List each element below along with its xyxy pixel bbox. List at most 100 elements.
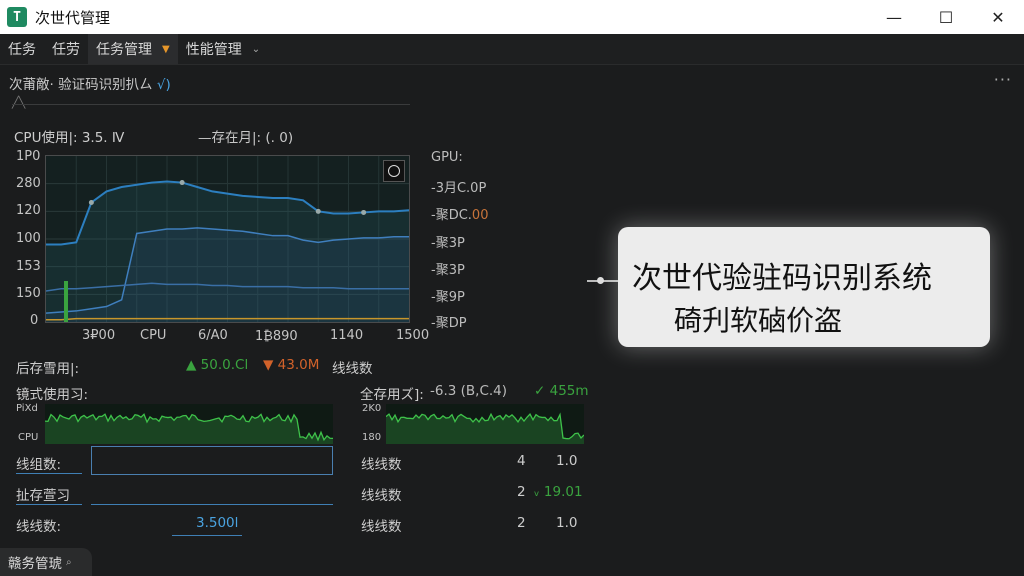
row-right-value: 1.0 — [556, 515, 578, 531]
window-title: 次世代管理 — [35, 8, 111, 27]
series-point — [315, 208, 321, 214]
maximize-button[interactable]: ☐ — [920, 0, 972, 34]
close-button[interactable]: ✕ — [972, 0, 1024, 34]
callout-title: 次世代验驻码识别系统 — [632, 261, 932, 296]
status-label: 赣务管琥 — [8, 556, 62, 572]
y-tick-label: 153 — [16, 259, 41, 274]
x-tick-label: CPU — [140, 328, 167, 343]
memory-label: 后存雪用|: — [16, 361, 80, 377]
chart-settings-button[interactable] — [383, 160, 405, 182]
gpu-item-value: 00 — [471, 208, 489, 223]
row-right-value: ᵥ 19.01 — [534, 484, 583, 500]
y-tick-label: 100 — [16, 231, 41, 246]
search-icon: ⌕ — [66, 556, 72, 568]
minimize-button[interactable]: — — [868, 0, 920, 34]
row-left-label: 扯存萱习 — [16, 488, 70, 504]
gpu-item: -聚3P — [431, 263, 465, 278]
row-left-label: 线线数: — [16, 519, 62, 535]
panel-right-y-bottom: 180 — [362, 432, 382, 443]
series-point — [88, 199, 94, 205]
x-tick-label: 1500 — [396, 328, 430, 343]
memory-down-value: ▼ 43.0M — [263, 357, 320, 373]
more-options-icon[interactable]: ··· — [994, 70, 1012, 89]
memory-thread-label: 线线数 — [332, 361, 373, 377]
panel-left-title: 镜式使用习: — [16, 387, 89, 403]
breadcrumb-part[interactable]: √) — [157, 77, 171, 93]
x-tick-label: 3₽00 — [82, 328, 116, 343]
x-tick-label: 6/A0 — [198, 328, 228, 343]
gpu-item: -聚DP — [431, 316, 467, 331]
status-bar[interactable]: 赣务管琥 ⌕ — [0, 548, 92, 576]
panel-right-chart — [385, 404, 585, 444]
gpu-item-label: -聚DC. — [431, 208, 472, 223]
menu-label: 任劳 — [52, 42, 80, 58]
window-controls: — ☐ ✕ — [868, 0, 1024, 34]
row-right-label: 线线数 — [361, 457, 402, 473]
cpu-chart-svg — [46, 156, 409, 322]
x-tick-label: 1140 — [330, 328, 364, 343]
refresh-icon — [388, 165, 400, 177]
panel-left-y-bottom: CPU — [18, 432, 39, 443]
panel-right-y-top: 2K0 — [362, 403, 382, 414]
callout-box: 次世代验驻码识别系统 碕刋软硵价盗 — [618, 227, 990, 347]
gpu-item: -聚DC.00 — [431, 204, 488, 223]
panel-right-chart-svg — [385, 412, 585, 444]
panel-right-value: ✓ 455m — [534, 383, 589, 399]
menu-item-labor[interactable]: 任劳 — [44, 34, 88, 64]
menu-item-performance-management[interactable]: 性能管理 ⌄ — [178, 34, 268, 64]
row-right-label: 线线数 — [361, 488, 402, 504]
panel-left-chart-svg — [44, 413, 334, 444]
app-icon: T — [7, 7, 27, 27]
y-tick-label: 120 — [16, 203, 41, 218]
y-tick-label: 150 — [16, 286, 41, 301]
panel-left-y-top: PiXd — [16, 403, 38, 414]
cpu-chart — [45, 155, 410, 323]
series-point — [361, 209, 367, 215]
series-point — [179, 180, 185, 186]
memory-up-value: ▲ 50.0.Cl — [186, 357, 249, 373]
row-right-value: 1.0 — [556, 453, 578, 469]
dropdown-caret-icon: ▼ — [162, 43, 170, 55]
row-right-num: 2 — [517, 515, 526, 531]
cpu-usage-label: CPU使用|: 3.5. Ⅳ — [14, 130, 125, 146]
callout-connector-dot — [597, 277, 604, 284]
gpu-item: -聚3P — [431, 236, 465, 251]
row-underline — [16, 473, 82, 474]
menu-label: 任务管理 — [96, 42, 152, 58]
y-tick-label: 1P0 — [16, 149, 41, 164]
panel-right-value: -6.3 (B,C.4) — [430, 383, 508, 399]
spike-bar — [64, 281, 68, 322]
menu-label: 任务 — [8, 42, 36, 58]
title-bar: T 次世代管理 — ☐ ✕ — [0, 0, 1024, 34]
y-tick-label: 0 — [30, 313, 39, 328]
breadcrumb-part[interactable]: 次莆敵· — [9, 77, 54, 93]
panel-right-title: 全存用ズ]: — [360, 387, 424, 403]
chevron-down-icon: ⌄ — [251, 43, 261, 55]
mini-area — [386, 414, 584, 444]
row-underline — [16, 504, 82, 505]
breadcrumb-part[interactable]: 验证码识别扒ㄙ — [58, 77, 153, 93]
row-left-value: 3.500l — [196, 515, 239, 531]
collapse-chevron-icon[interactable]: ╱╲ — [12, 96, 25, 109]
thread-group-field[interactable] — [91, 446, 333, 475]
y-tick-label: 280 — [16, 176, 41, 191]
breadcrumb: 次莆敵· 验证码识别扒ㄙ √) — [9, 73, 171, 93]
gpu-item: -3月C.0P — [431, 181, 487, 196]
panel-left-chart — [44, 404, 334, 444]
callout-subtitle: 碕刋软硵价盗 — [674, 304, 843, 337]
menu-label: 性能管理 — [185, 42, 242, 58]
menu-bar: 任务 任劳 任务管理 ▼ 性能管理 ⌄ — [0, 34, 1024, 65]
menu-item-tasks[interactable]: 任务 — [0, 34, 44, 64]
gpu-title: GPU: — [431, 150, 463, 165]
row-underline — [172, 535, 242, 536]
x-tick-label: 1₿890 — [255, 329, 298, 344]
row-right-label: 线线数 — [361, 519, 402, 535]
menu-item-task-management[interactable]: 任务管理 ▼ — [88, 34, 178, 64]
row-left-label: 线组数: — [16, 457, 62, 473]
row-right-num: 2 — [517, 484, 526, 500]
row-underline — [91, 504, 333, 505]
gpu-item: -聚9P — [431, 290, 465, 305]
row-right-num: 4 — [517, 453, 526, 469]
cpu-legend-label: —存在月|: (. 0) — [198, 130, 294, 146]
divider — [12, 104, 410, 105]
